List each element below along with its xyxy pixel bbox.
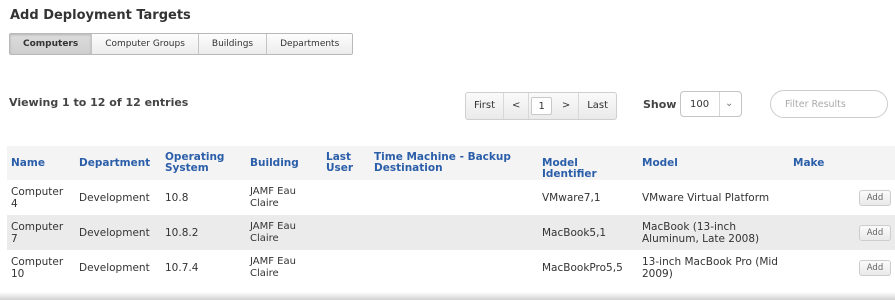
cell-model-id: VMware7,1 [542,191,601,204]
add-button[interactable]: Add [859,259,891,276]
column-header-tm[interactable]: Time Machine - Backup Destination [370,146,538,180]
target-type-tabs: Computers Computer Groups Buildings Depa… [9,33,354,55]
tab-computers[interactable]: Computers [10,34,93,54]
cell-make [789,215,838,250]
cell-tm [370,250,538,285]
cell-action: Add [838,250,895,285]
table-header-row: Name Department Operating System Buildin… [7,146,895,180]
page-size-select[interactable]: 100 ⌄ [680,91,742,117]
cell-department: Development [79,226,150,239]
cell-action: Add [838,180,895,215]
cell-department: Development [79,191,150,204]
table-row: Computer 4 Development 10.8 JAMF Eau Cla… [7,180,895,215]
add-button[interactable]: Add [859,189,891,206]
cell-tm [370,215,538,250]
first-page-button[interactable]: First [466,93,505,119]
add-button[interactable]: Add [859,224,891,241]
tab-computer-groups[interactable]: Computer Groups [92,34,199,54]
prev-page-button[interactable]: < [504,93,530,119]
column-header-name[interactable]: Name [7,146,75,180]
cell-os: 10.7.4 [165,261,199,274]
chevron-down-icon[interactable]: ⌄ [725,98,733,109]
tab-departments[interactable]: Departments [267,34,352,54]
table-row: Computer 7 Development 10.8.2 JAMF Eau C… [7,215,895,250]
bottom-edge-shadow [0,292,895,300]
cell-os: 10.8 [165,191,189,204]
cell-action: Add [838,215,895,250]
cell-building: JAMF Eau Claire [250,185,296,209]
tab-buildings[interactable]: Buildings [199,34,268,54]
cell-model-id: MacBook5,1 [542,226,607,239]
cell-name: Computer 7 [11,220,64,245]
cell-tm [370,180,538,215]
cell-last-user [322,180,370,215]
cell-model: MacBook (13-inch Aluminum, Late 2008) [642,220,760,245]
cell-make [789,250,838,285]
computers-table: Name Department Operating System Buildin… [7,146,895,285]
select-divider [719,92,720,116]
cell-model: 13-inch MacBook Pro (Mid 2009) [642,255,778,280]
cell-os: 10.8.2 [165,226,199,239]
pagination: First < 1 > Last [465,92,618,120]
next-page-button[interactable]: > [554,93,580,119]
column-header-action [838,146,895,180]
cell-model: VMware Virtual Platform [642,191,770,204]
cell-building: JAMF Eau Claire [250,255,296,279]
cell-building: JAMF Eau Claire [250,220,296,244]
cell-name: Computer 10 [11,255,64,280]
table-row: Computer 10 Development 10.7.4 JAMF Eau … [7,250,895,285]
cell-last-user [322,250,370,285]
column-header-last-user[interactable]: Last User [322,146,370,180]
filter-results-input[interactable] [770,90,888,118]
page-title: Add Deployment Targets [10,8,191,23]
cell-department: Development [79,261,150,274]
show-label: Show [643,98,677,111]
column-header-model-id[interactable]: Model Identifier [538,146,638,180]
column-header-building[interactable]: Building [246,146,322,180]
column-header-make[interactable]: Make [789,146,838,180]
column-header-model[interactable]: Model [638,146,789,180]
page-size-value: 100 [690,99,710,110]
cell-model-id: MacBookPro5,5 [542,261,623,274]
current-page[interactable]: 1 [531,97,552,115]
column-header-department[interactable]: Department [75,146,161,180]
cell-name: Computer 4 [11,185,64,210]
cell-last-user [322,215,370,250]
last-page-button[interactable]: Last [579,93,616,119]
cell-make [789,180,838,215]
entries-count: Viewing 1 to 12 of 12 entries [9,96,189,109]
column-header-os[interactable]: Operating System [161,146,246,180]
